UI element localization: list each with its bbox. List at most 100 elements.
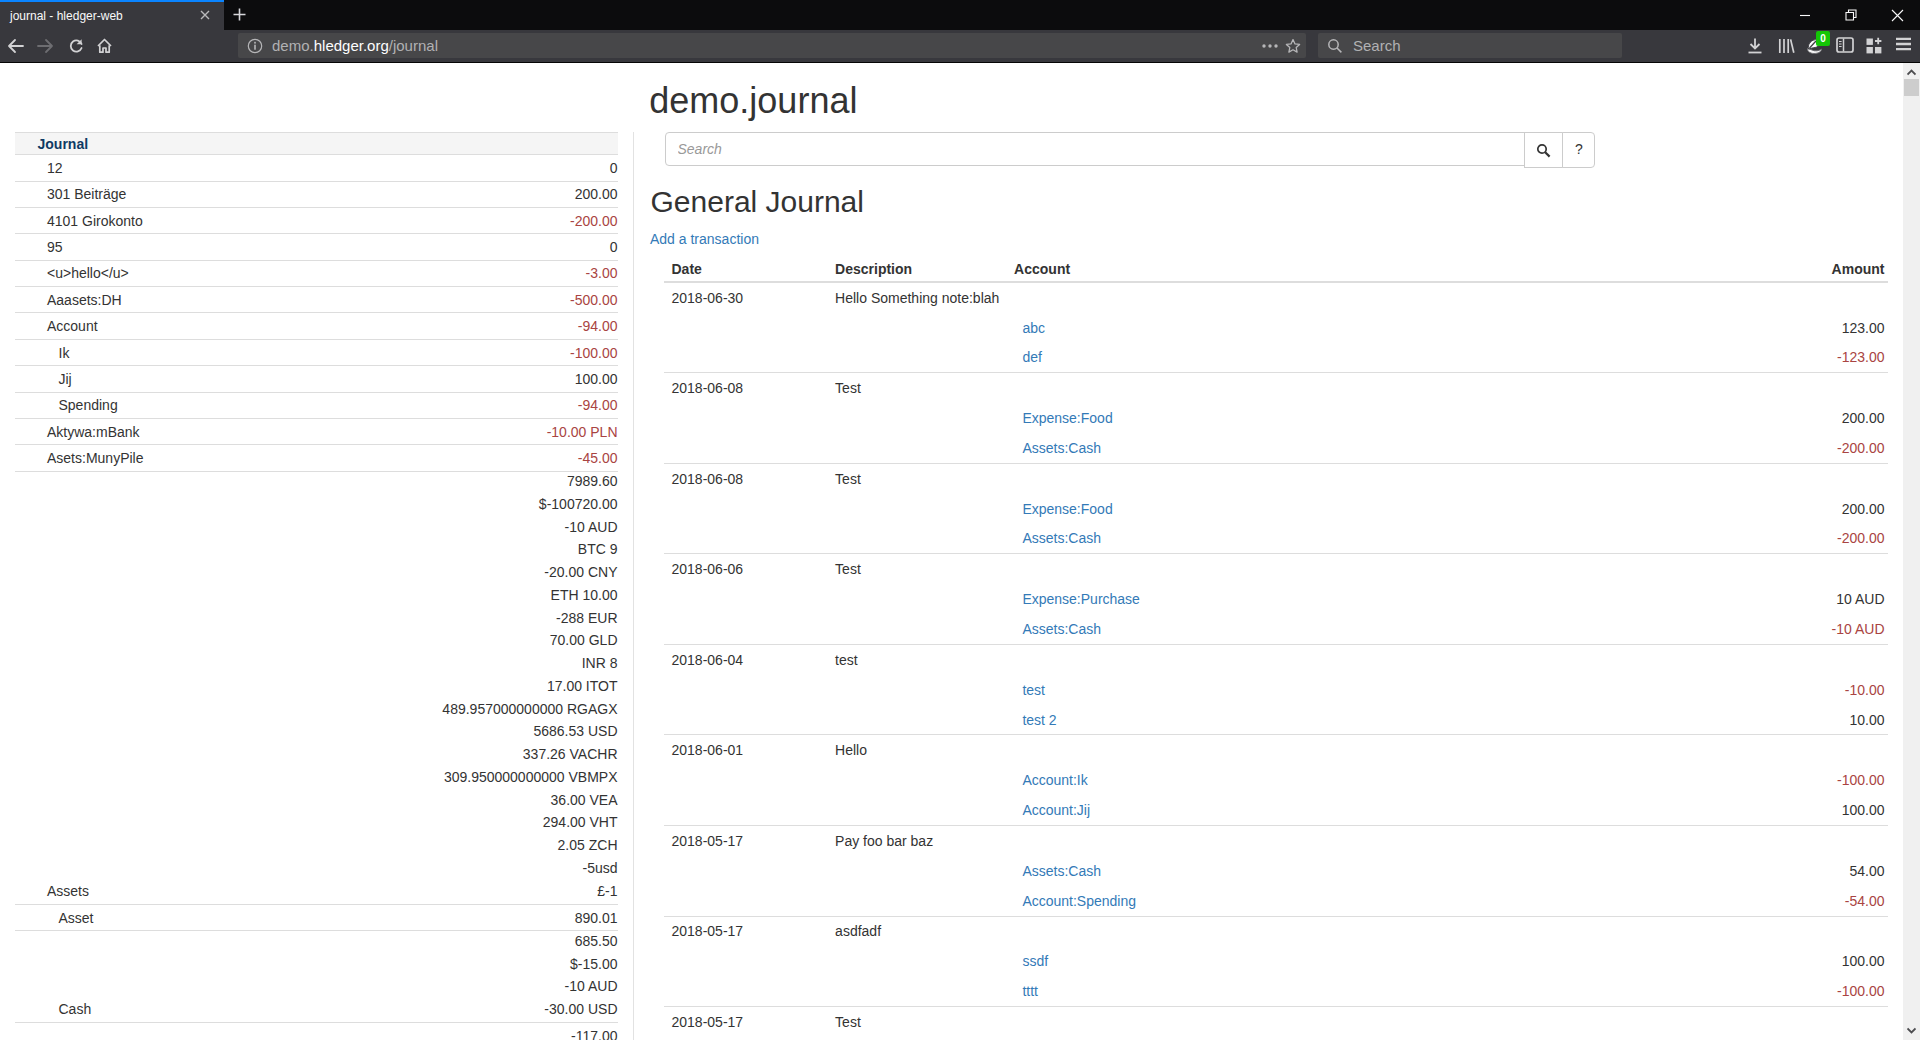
account-link[interactable]: 12 — [47, 160, 63, 176]
transaction-row[interactable]: 2018-06-06Test — [664, 554, 1888, 584]
account-link[interactable]: 95 — [47, 239, 63, 255]
window-restore-icon[interactable] — [1828, 0, 1874, 30]
home-icon[interactable] — [96, 38, 113, 54]
posting-account-link[interactable]: abc — [1022, 320, 1045, 336]
posting-account-link[interactable]: Expense:Food — [1022, 410, 1112, 426]
account-link[interactable]: Cash — [59, 1001, 92, 1017]
search-icon — [1536, 143, 1551, 158]
posting-account-link[interactable]: Assets:Cash — [1022, 440, 1101, 456]
posting-account-link[interactable]: Account:Ik — [1022, 772, 1087, 788]
browser-search-bar[interactable]: Search — [1318, 33, 1622, 58]
posting-account-link[interactable]: test 2 — [1022, 712, 1056, 728]
scrollbar-thumb[interactable] — [1904, 79, 1919, 96]
posting-account-link[interactable]: Account:Spending — [1022, 893, 1136, 909]
tab-title: journal - hledger-web — [10, 2, 123, 30]
balance-amount: £-1 — [597, 883, 617, 899]
posting-account-link[interactable]: Expense:Food — [1022, 501, 1112, 517]
sidebar-account-row: Ik -100.00 — [15, 339, 618, 365]
balance-amount: $-100720.00 — [539, 496, 618, 512]
url-bar[interactable]: demo.hledger.org/journal — [238, 33, 1307, 58]
search-submit-button[interactable] — [1524, 132, 1563, 168]
transaction-row[interactable]: 2018-05-17Test — [664, 1007, 1888, 1037]
new-tab-icon[interactable] — [232, 7, 247, 22]
account-link[interactable]: Asets:MunyPile — [47, 450, 143, 466]
site-info-icon[interactable] — [247, 38, 263, 54]
balance-amount: 0 — [610, 160, 618, 176]
account-link[interactable]: <u>hello</u> — [47, 265, 129, 281]
transaction-row[interactable]: 2018-06-08Test — [664, 463, 1888, 493]
balance-amount: INR 8 — [582, 655, 618, 671]
window-close-icon[interactable] — [1874, 0, 1920, 30]
library-icon[interactable] — [1777, 37, 1795, 55]
transaction-row[interactable]: 2018-05-17asdfadf — [664, 916, 1888, 946]
bookmark-star-icon[interactable] — [1285, 38, 1301, 54]
reload-icon[interactable] — [68, 38, 84, 54]
transaction-row[interactable]: 2018-06-01Hello — [664, 735, 1888, 765]
journal-heading: General Journal — [651, 185, 864, 218]
account-link[interactable]: 301 Beiträge — [47, 186, 126, 202]
downloads-icon[interactable] — [1746, 37, 1764, 55]
posting-account-link[interactable]: Assets:Cash — [1022, 621, 1101, 637]
transaction-date: 2018-06-08 — [664, 373, 828, 403]
account-balance: -200.00 — [315, 207, 618, 233]
menu-hamburger-icon[interactable] — [1895, 37, 1912, 51]
posting-account-link[interactable]: ssdf — [1022, 953, 1048, 969]
posting-account-link[interactable]: Assets:Cash — [1022, 530, 1101, 546]
transaction-description: Pay foo bar baz — [827, 825, 1506, 855]
account-link[interactable]: Spending — [59, 397, 118, 413]
account-link[interactable]: Aktywa:mBank — [47, 424, 140, 440]
posting-account-link[interactable]: Expense:Purchase — [1022, 591, 1140, 607]
url-path: /journal — [389, 37, 438, 54]
balance-amount: -200.00 — [570, 213, 617, 229]
sidebar-account-row: Asets:MunyPile-45.00 — [15, 445, 618, 471]
sidebar-toggle-icon[interactable] — [1836, 37, 1854, 53]
balance-amount: 5686.53 USD — [533, 723, 617, 739]
window-minimize-icon[interactable] — [1782, 0, 1828, 30]
highlights-grid-icon[interactable] — [1865, 37, 1883, 55]
balance-amount: -10.00 PLN — [547, 424, 618, 440]
browser-navbar: demo.hledger.org/journal Search 0 — [0, 30, 1920, 63]
scrollbar-down-icon[interactable] — [1907, 1026, 1916, 1035]
url-text[interactable]: demo.hledger.org/journal — [272, 33, 438, 58]
sidebar-account-row: <u>hello</u>-3.00 — [15, 260, 618, 286]
transaction-date: 2018-05-17 — [664, 825, 828, 855]
transaction-row[interactable]: 2018-06-08Test — [664, 373, 1888, 403]
search-help-button[interactable]: ? — [1562, 132, 1595, 168]
posting-account-link[interactable]: tttt — [1022, 983, 1038, 999]
posting-account-link[interactable]: Assets:Cash — [1022, 863, 1101, 879]
posting-account-link[interactable]: test — [1022, 682, 1045, 698]
account-link[interactable]: 4101 Girokonto — [47, 213, 143, 229]
account-balance: -100.00 — [315, 339, 618, 365]
tab-close-icon[interactable] — [199, 9, 211, 21]
account-balance: 890.01 — [315, 904, 618, 930]
account-link[interactable]: Asset — [59, 910, 94, 926]
add-transaction-link[interactable]: Add a transaction — [650, 229, 759, 249]
sidebar-title[interactable]: Journal — [15, 133, 315, 155]
search-input[interactable] — [665, 132, 1525, 166]
transaction-row[interactable]: 2018-06-30Hello Something note:blah — [664, 282, 1888, 313]
page-actions-icon[interactable] — [1262, 44, 1278, 48]
balance-amount: 70.00 GLD — [550, 632, 618, 648]
account-link[interactable]: Assets — [47, 883, 89, 899]
transaction-row[interactable]: 2018-06-04test — [664, 644, 1888, 674]
posting-row: test 2 10.00 — [664, 705, 1888, 735]
transaction-row[interactable]: 2018-05-17Pay foo bar baz — [664, 825, 1888, 855]
sidebar-account-row: Jij100.00 — [15, 366, 618, 392]
balance-amount: 36.00 VEA — [551, 792, 618, 808]
posting-row: abc123.00 — [664, 313, 1888, 343]
forward-icon[interactable] — [37, 38, 54, 54]
browser-tab[interactable]: journal - hledger-web — [0, 0, 224, 30]
account-link[interactable]: Account — [47, 318, 98, 334]
back-icon[interactable] — [7, 38, 24, 54]
balance-amount: 0 — [610, 239, 618, 255]
account-link[interactable]: Aaasets:DH — [47, 292, 122, 308]
account-link[interactable]: Ik — [59, 345, 70, 361]
balance-amount: 2.05 ZCH — [558, 837, 618, 853]
posting-account-link[interactable]: def — [1022, 349, 1041, 365]
transaction-date: 2018-06-04 — [664, 644, 828, 674]
posting-amount: 10.00 — [1506, 705, 1887, 735]
page-scrollbar[interactable] — [1903, 63, 1920, 1040]
posting-account-link[interactable]: Account:Jij — [1022, 802, 1090, 818]
account-link[interactable]: Jij — [59, 371, 72, 387]
scrollbar-up-icon[interactable] — [1907, 68, 1916, 77]
